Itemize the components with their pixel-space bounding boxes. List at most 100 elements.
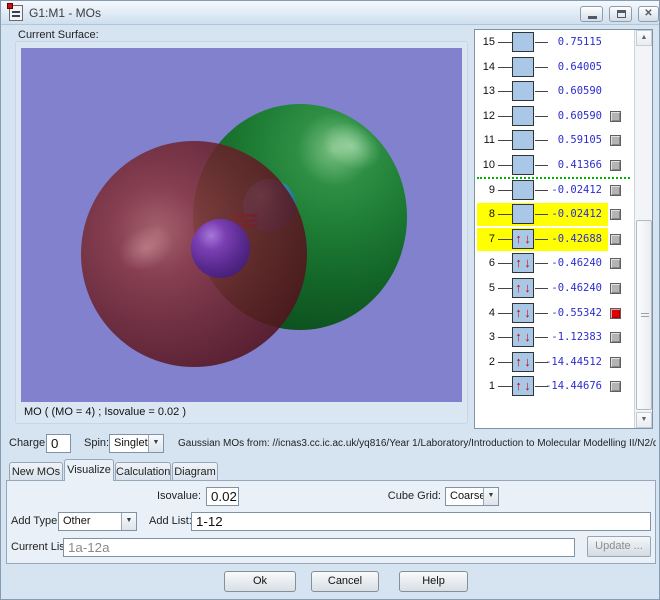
scroll-up-icon[interactable]: ▲: [636, 30, 652, 46]
mo-row-2[interactable]: 2 ↑↓-14.44512: [477, 351, 631, 374]
add-list-input[interactable]: [191, 512, 651, 531]
scroll-down-icon[interactable]: ▼: [636, 412, 652, 428]
mo-select-checkbox[interactable]: [610, 234, 621, 245]
mo-list-scrollbar[interactable]: ▲ ▼: [634, 30, 652, 428]
update-button[interactable]: Update ...: [587, 536, 651, 557]
close-button[interactable]: ✕: [638, 6, 659, 22]
scrollbar-thumb[interactable]: [636, 220, 652, 410]
mo-row-3[interactable]: 3↑↓-1.12383: [477, 326, 631, 349]
mo-row-14[interactable]: 140.64005: [477, 56, 631, 79]
tab-visualize[interactable]: Visualize: [64, 459, 114, 481]
spin-down-arrow: ↓: [523, 377, 532, 395]
mo-select-checkbox[interactable]: [610, 283, 621, 294]
mo-energy-value: -0.42688: [537, 228, 602, 251]
mo-number: 6: [477, 252, 495, 275]
mo-select-checkbox[interactable]: [610, 381, 621, 392]
mo-row-4[interactable]: 4↑↓-0.55342: [477, 302, 631, 325]
help-button[interactable]: Help: [399, 571, 468, 592]
mo-orbital-box[interactable]: [512, 130, 534, 150]
mo-row-12[interactable]: 120.60590: [477, 105, 631, 128]
mo-orbital-box[interactable]: ↑↓: [512, 352, 534, 372]
mo-orbital-box[interactable]: [512, 155, 534, 175]
mo-row-5[interactable]: 5↑↓-0.46240: [477, 277, 631, 300]
mo-orbital-box[interactable]: ↑↓: [512, 278, 534, 298]
add-type-dropdown[interactable]: Other ▼: [58, 512, 137, 531]
mo-row-7[interactable]: 7↑↓-0.42688: [477, 228, 631, 251]
mo-orbital-box[interactable]: ↑↓: [512, 327, 534, 347]
dropdown-arrow-button[interactable]: ▼: [148, 435, 163, 452]
charge-input[interactable]: [46, 434, 71, 453]
mo-orbital-box[interactable]: ↑↓: [512, 229, 534, 249]
minimize-button[interactable]: [580, 6, 603, 22]
mo-number: 10: [477, 154, 495, 177]
spin-down-arrow: ↓: [523, 230, 532, 248]
mo-level-line: [498, 214, 512, 215]
mo-3d-viewport[interactable]: [21, 48, 462, 402]
cancel-button[interactable]: Cancel: [311, 571, 379, 592]
tab-diagram[interactable]: Diagram: [172, 462, 218, 481]
mo-select-checkbox[interactable]: [610, 111, 621, 122]
spin-dropdown[interactable]: Singlet ▼: [109, 434, 164, 453]
mo-orbital-box[interactable]: [512, 81, 534, 101]
spin-down-arrow: ↓: [523, 304, 532, 322]
mo-energy-value: -14.44512: [537, 351, 602, 374]
mo-select-checkbox[interactable]: [610, 160, 621, 171]
minimize-icon: [588, 16, 597, 19]
mo-level-line: [498, 67, 512, 68]
mo-number: 3: [477, 326, 495, 349]
current-surface-group: MO ( (MO = 4) ; Isovalue = 0.02 ): [15, 41, 468, 424]
mo-row-8[interactable]: 8-0.02412: [477, 203, 631, 226]
nitrogen-atom-front: [191, 219, 250, 278]
mo-select-checkbox[interactable]: [610, 332, 621, 343]
mo-select-checkbox[interactable]: [610, 308, 621, 319]
isovalue-input[interactable]: [206, 487, 239, 506]
tab-calculation[interactable]: Calculation: [115, 462, 171, 481]
mo-number: 4: [477, 302, 495, 325]
icon-line: [12, 11, 20, 13]
mo-orbital-box[interactable]: ↑↓: [512, 253, 534, 273]
mo-row-13[interactable]: 130.60590: [477, 80, 631, 103]
mo-number: 13: [477, 80, 495, 103]
spin-up-arrow: ↑: [514, 328, 523, 346]
mo-select-checkbox[interactable]: [610, 357, 621, 368]
mo-orbital-box[interactable]: [512, 32, 534, 52]
close-icon: ✕: [644, 8, 652, 19]
maximize-button[interactable]: [609, 6, 632, 22]
mo-energy-value: -0.02412: [537, 203, 602, 226]
tab-new-mos[interactable]: New MOs: [9, 462, 63, 481]
mo-level-line: [498, 386, 512, 387]
mo-select-checkbox[interactable]: [610, 135, 621, 146]
mo-orbital-box[interactable]: [512, 57, 534, 77]
mo-select-checkbox[interactable]: [610, 209, 621, 220]
mo-list: 150.75115140.64005130.60590120.60590110.…: [474, 29, 653, 429]
ok-button[interactable]: Ok: [224, 571, 296, 592]
spin-up-arrow: ↑: [514, 230, 523, 248]
cube-grid-label: Cube Grid:: [361, 487, 441, 506]
mo-level-line: [498, 91, 512, 92]
window-title: G1:M1 - MOs: [29, 6, 101, 20]
mo-energy-value: -0.46240: [537, 252, 602, 275]
mo-level-line: [498, 165, 512, 166]
mo-orbital-box[interactable]: ↑↓: [512, 376, 534, 396]
mo-row-6[interactable]: 6 ↑↓-0.46240: [477, 252, 631, 275]
mo-row-15[interactable]: 150.75115: [477, 31, 631, 54]
dropdown-arrow-button[interactable]: ▼: [483, 488, 498, 505]
mos-dialog-window: G1:M1 - MOs ✕ Current Surface: MO ( (MO …: [0, 0, 660, 600]
mo-row-9[interactable]: 9-0.02412: [477, 179, 631, 202]
current-list-input[interactable]: [63, 538, 575, 557]
dropdown-arrow-button[interactable]: ▼: [121, 513, 136, 530]
chevron-down-icon: ▼: [488, 492, 495, 499]
mo-number: 2: [477, 351, 495, 374]
mo-orbital-box[interactable]: [512, 106, 534, 126]
mo-row-10[interactable]: 100.41366: [477, 154, 631, 177]
mo-energy-value: -14.44676: [537, 375, 602, 398]
mo-select-checkbox[interactable]: [610, 185, 621, 196]
mo-orbital-box[interactable]: [512, 204, 534, 224]
title-bar[interactable]: G1:M1 - MOs ✕: [1, 1, 659, 25]
mo-row-11[interactable]: 110.59105: [477, 129, 631, 152]
mo-orbital-box[interactable]: ↑↓: [512, 303, 534, 323]
mo-select-checkbox[interactable]: [610, 258, 621, 269]
mo-row-1[interactable]: 1↑↓-14.44676: [477, 375, 631, 398]
cube-grid-dropdown[interactable]: Coarse ▼: [445, 487, 499, 506]
mo-orbital-box[interactable]: [512, 180, 534, 200]
